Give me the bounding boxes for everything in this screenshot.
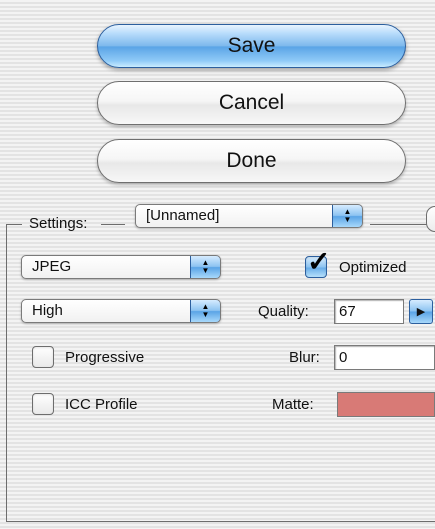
- matte-color-swatch[interactable]: [337, 392, 435, 417]
- quality-label: Quality:: [258, 303, 309, 320]
- group-border-top-mid: [101, 224, 125, 225]
- icc-profile-label[interactable]: ICC Profile: [65, 396, 138, 413]
- quality-input[interactable]: 67: [334, 299, 404, 324]
- format-popup[interactable]: JPEG ▲ ▼: [21, 255, 221, 279]
- quality-slider-button[interactable]: ▶: [409, 299, 433, 324]
- settings-label: Settings:: [29, 215, 88, 232]
- settings-menu-button[interactable]: [426, 206, 435, 232]
- group-border-bottom: [6, 521, 435, 522]
- save-button[interactable]: Save: [97, 24, 406, 68]
- matte-label: Matte:: [272, 396, 314, 413]
- right-triangle-icon: ▶: [416, 306, 426, 318]
- settings-preset-popup[interactable]: [Unnamed] ▲ ▼: [135, 204, 363, 228]
- up-down-arrows-icon: ▲ ▼: [332, 205, 362, 227]
- group-border-top-left: [6, 224, 22, 225]
- blur-label: Blur:: [289, 349, 320, 366]
- checkmark-icon: ✓: [307, 246, 331, 277]
- progressive-checkbox[interactable]: [32, 346, 54, 368]
- up-down-arrows-icon: ▲ ▼: [190, 256, 220, 278]
- blur-input[interactable]: 0: [334, 345, 435, 370]
- settings-preset-value: [Unnamed]: [146, 207, 220, 224]
- format-value: JPEG: [32, 258, 72, 275]
- progressive-label[interactable]: Progressive: [65, 349, 144, 366]
- up-down-arrows-icon: ▲ ▼: [190, 300, 220, 322]
- icc-profile-checkbox[interactable]: [32, 393, 54, 415]
- quality-preset-value: High: [32, 302, 63, 319]
- optimized-label[interactable]: Optimized: [339, 259, 407, 276]
- group-border-left: [6, 224, 7, 522]
- quality-preset-popup[interactable]: High ▲ ▼: [21, 299, 221, 323]
- done-button[interactable]: Done: [97, 139, 406, 183]
- cancel-button[interactable]: Cancel: [97, 81, 406, 125]
